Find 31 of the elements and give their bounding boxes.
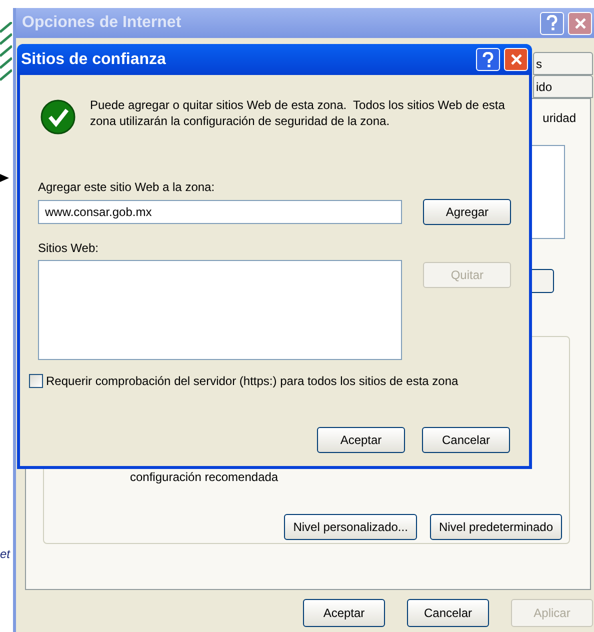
level-button[interactable]: Nivel predeterminado [430, 514, 562, 540]
add-button[interactable]: Agregar [423, 199, 511, 225]
group-text: configuración recomendada [130, 469, 280, 486]
tab[interactable]: s [533, 52, 593, 75]
https-label: Requerir comprobación del servidor (https:) para todos los sitios de esta zona [46, 373, 458, 390]
question-icon [546, 15, 558, 31]
check-icon [40, 99, 76, 135]
dialog-title: Sitios de confianza [21, 50, 166, 70]
dialog-button[interactable]: Aceptar [317, 427, 405, 453]
sites-label: Sitios Web: [38, 240, 100, 257]
level-button[interactable]: Nivel personalizado... [284, 514, 417, 540]
question-icon [482, 52, 494, 68]
sites-list[interactable] [38, 260, 402, 360]
desktop-text: et [0, 546, 10, 563]
info-message: Puede agregar o quitar sitios Web de esta zona. Todos los sitios Web de esta zona utilizarán la configuración de seguridad de la zona. [90, 97, 506, 129]
close-button[interactable] [568, 12, 592, 34]
close-icon [510, 53, 522, 66]
window-title: Opciones de Internet [22, 13, 182, 33]
checkbox[interactable] [29, 374, 43, 388]
panel-text: uridad [542, 110, 576, 127]
help-button[interactable] [476, 48, 500, 71]
close-icon [574, 16, 586, 30]
close-button[interactable] [504, 48, 528, 71]
dialog-button[interactable]: Aceptar [303, 599, 385, 627]
arrow-icon [0, 174, 9, 182]
site-input[interactable]: www.consar.gob.mx [38, 200, 402, 224]
dialog-button[interactable]: Cancelar [407, 599, 489, 627]
help-button[interactable] [540, 12, 564, 34]
tab[interactable]: ido [533, 75, 593, 98]
add-site-label: Agregar este sitio Web a la zona: [38, 179, 216, 196]
dialog-button[interactable]: Cancelar [422, 427, 510, 453]
